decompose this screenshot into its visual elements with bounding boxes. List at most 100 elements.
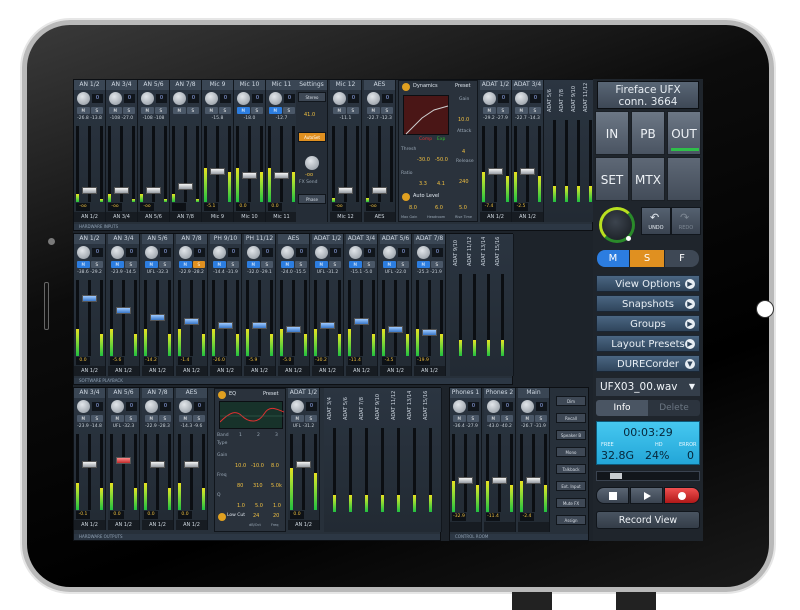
- fader-track[interactable]: [526, 126, 529, 202]
- mute-button[interactable]: M: [77, 415, 90, 422]
- solo-button[interactable]: S: [90, 107, 103, 114]
- channel-footer[interactable]: Mic 10: [234, 212, 265, 222]
- mute-button[interactable]: M: [111, 415, 124, 422]
- control-room-button[interactable]: Dim: [556, 396, 586, 406]
- control-room-button[interactable]: Assign: [556, 515, 586, 525]
- eq-preset-dropdown[interactable]: Preset: [263, 391, 279, 397]
- fader-track[interactable]: [428, 280, 431, 356]
- mute-button[interactable]: M: [521, 415, 534, 422]
- mute-button[interactable]: M: [145, 415, 158, 422]
- solo-button[interactable]: S: [192, 261, 205, 268]
- mute-button[interactable]: M: [237, 107, 250, 114]
- record-button[interactable]: [664, 487, 700, 504]
- mute-button[interactable]: M: [515, 107, 528, 114]
- gain-knob[interactable]: [269, 92, 282, 105]
- mute-button[interactable]: M: [453, 415, 466, 422]
- solo-button[interactable]: S: [430, 261, 443, 268]
- fader-track[interactable]: [394, 280, 397, 356]
- solo-button[interactable]: S: [304, 415, 317, 422]
- info-tab[interactable]: Info: [596, 400, 648, 416]
- channel-footer[interactable]: AN 1/2: [414, 366, 445, 376]
- gain-knob[interactable]: [315, 246, 328, 259]
- mode-f-button[interactable]: F: [665, 250, 699, 267]
- gain-knob[interactable]: [349, 246, 362, 259]
- gain-knob[interactable]: [487, 400, 500, 413]
- fader-track[interactable]: [302, 434, 305, 510]
- fader-handle[interactable]: [210, 167, 225, 175]
- gain-knob[interactable]: [109, 92, 122, 105]
- fader-track[interactable]: [122, 434, 125, 510]
- mute-button[interactable]: M: [291, 415, 304, 422]
- channel-footer[interactable]: AN 1/2: [380, 366, 411, 376]
- fader-track[interactable]: [464, 434, 467, 512]
- power-icon[interactable]: [402, 83, 410, 91]
- solo-button[interactable]: S: [250, 107, 263, 114]
- fader-handle[interactable]: [492, 476, 507, 484]
- solo-button[interactable]: S: [124, 415, 137, 422]
- channel-footer[interactable]: AN 1/2: [288, 520, 319, 530]
- mute-button[interactable]: M: [141, 107, 154, 114]
- fader-handle[interactable]: [82, 295, 97, 303]
- position-thumb[interactable]: [609, 473, 622, 479]
- mute-button[interactable]: M: [111, 261, 124, 268]
- solo-button[interactable]: S: [396, 261, 409, 268]
- fader-handle[interactable]: [526, 476, 541, 484]
- channel-footer[interactable]: AN 1/2: [74, 212, 105, 222]
- mute-button[interactable]: M: [77, 107, 90, 114]
- solo-button[interactable]: S: [154, 107, 167, 114]
- out-button[interactable]: OUT: [667, 111, 701, 155]
- groups-menu[interactable]: Groups ▶: [596, 315, 700, 332]
- solo-button[interactable]: S: [122, 107, 135, 114]
- control-room-button[interactable]: Recall: [556, 413, 586, 423]
- channel-footer[interactable]: AN 1/2: [176, 366, 207, 376]
- solo-button[interactable]: S: [500, 415, 513, 422]
- control-room-button[interactable]: Ext. Input: [556, 481, 586, 491]
- mute-button[interactable]: M: [247, 261, 260, 268]
- gain-knob[interactable]: [333, 92, 346, 105]
- channel-footer[interactable]: Mic 12: [330, 212, 361, 222]
- fader-track[interactable]: [216, 126, 219, 202]
- fader-track[interactable]: [184, 126, 187, 202]
- gain-knob[interactable]: [77, 246, 90, 259]
- channel-footer[interactable]: AN 1/2: [74, 520, 105, 530]
- stop-button[interactable]: [596, 487, 629, 504]
- fader-handle[interactable]: [422, 329, 437, 337]
- undo-button[interactable]: ↶ UNDO: [641, 207, 671, 235]
- main-volume-dial[interactable]: [599, 207, 635, 243]
- record-view-button[interactable]: Record View: [596, 511, 700, 529]
- mute-button[interactable]: M: [145, 261, 158, 268]
- fader-handle[interactable]: [218, 321, 233, 329]
- gain-knob[interactable]: [453, 400, 466, 413]
- eq-power-icon[interactable]: [218, 391, 226, 399]
- solo-button[interactable]: S: [534, 415, 547, 422]
- fader-track[interactable]: [88, 280, 91, 356]
- gain-knob[interactable]: [291, 400, 304, 413]
- fader-handle[interactable]: [354, 318, 369, 325]
- fader-handle[interactable]: [296, 460, 311, 468]
- channel-footer[interactable]: AES: [364, 212, 395, 222]
- fader-track[interactable]: [122, 280, 125, 356]
- control-room-button[interactable]: Mute FX: [556, 498, 586, 508]
- gain-knob[interactable]: [77, 92, 90, 105]
- stereo-button[interactable]: Stereo: [298, 92, 326, 102]
- channel-footer[interactable]: AN 5/6: [138, 212, 169, 222]
- gain-knob[interactable]: [483, 92, 496, 105]
- solo-button[interactable]: S: [294, 261, 307, 268]
- mute-button[interactable]: M: [179, 415, 192, 422]
- play-button[interactable]: [630, 487, 663, 504]
- channel-footer[interactable]: AN 3/4: [106, 212, 137, 222]
- fader-track[interactable]: [156, 434, 159, 510]
- channel-footer[interactable]: AN 1/2: [312, 366, 343, 376]
- fader-handle[interactable]: [116, 456, 131, 464]
- channel-footer[interactable]: AN 1/2: [74, 366, 105, 376]
- mute-button[interactable]: M: [281, 261, 294, 268]
- fader-handle[interactable]: [372, 186, 387, 194]
- fader-track[interactable]: [292, 280, 295, 356]
- set-button[interactable]: SET: [595, 157, 629, 201]
- fader-track[interactable]: [190, 434, 193, 510]
- channel-footer[interactable]: [484, 522, 515, 532]
- gain-knob[interactable]: [237, 92, 250, 105]
- view-options-menu[interactable]: View Options ▶: [596, 275, 700, 292]
- fader-handle[interactable]: [114, 186, 129, 194]
- solo-button[interactable]: S: [282, 107, 295, 114]
